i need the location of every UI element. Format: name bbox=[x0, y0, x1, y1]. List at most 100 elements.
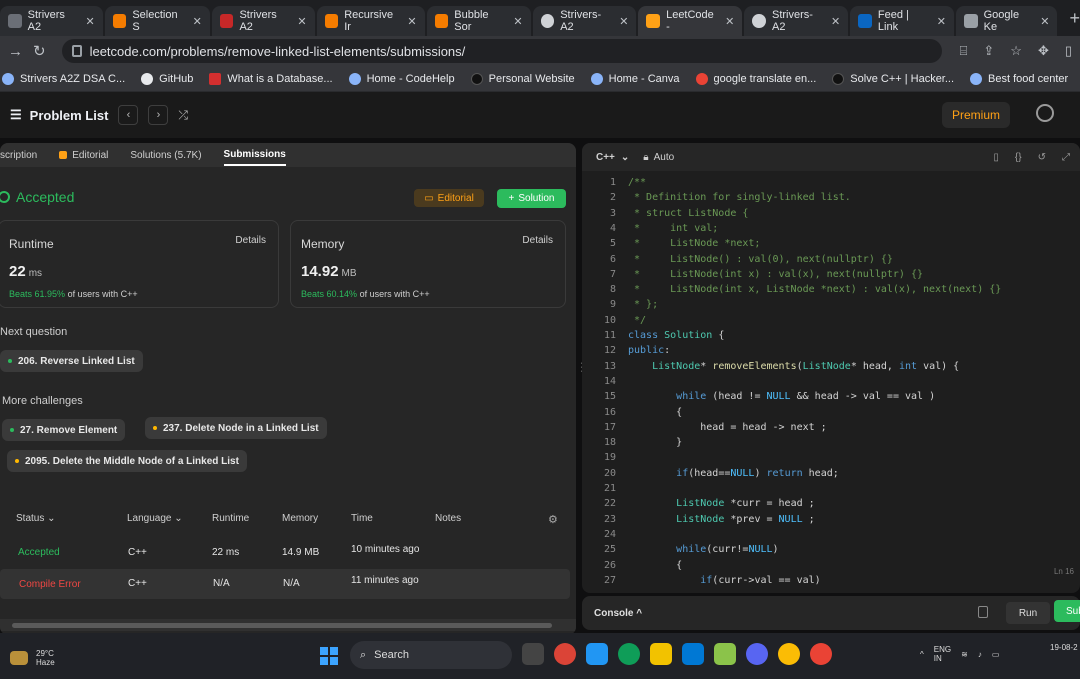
bookmark-item[interactable]: Home - Canva bbox=[590, 72, 680, 85]
code-line[interactable]: * }; bbox=[628, 299, 658, 310]
tab-submissions[interactable]: Submissions bbox=[223, 149, 286, 166]
memory-details-link[interactable]: Details bbox=[522, 235, 553, 246]
file-explorer-icon[interactable] bbox=[650, 643, 672, 665]
row-status[interactable]: Compile Error bbox=[19, 579, 81, 590]
bookmark-item[interactable]: GitHub bbox=[141, 72, 193, 85]
fullscreen-icon[interactable]: ⤢ bbox=[1062, 152, 1070, 163]
weather-app-icon[interactable] bbox=[586, 643, 608, 665]
browser-tab[interactable]: Strivers-A2 ✕ bbox=[532, 6, 637, 36]
col-status[interactable]: Status ⌄ bbox=[16, 513, 56, 524]
timer-icon[interactable] bbox=[1036, 104, 1054, 122]
code-line[interactable]: * int val; bbox=[628, 223, 718, 234]
code-line[interactable]: head = head -> next ; bbox=[628, 422, 826, 433]
shuffle-icon[interactable]: ⤮ bbox=[178, 108, 188, 123]
close-icon[interactable]: ✕ bbox=[297, 15, 306, 28]
language-indicator[interactable]: ENG IN bbox=[934, 645, 951, 663]
challenge-chip[interactable]: 2095. Delete the Middle Node of a Linked… bbox=[7, 450, 247, 472]
tab-editorial[interactable]: Editorial bbox=[59, 150, 108, 161]
submit-button[interactable]: Sub bbox=[1054, 600, 1080, 622]
code-line[interactable]: * struct ListNode { bbox=[628, 208, 748, 219]
auto-mode[interactable]: 🔒︎ Auto bbox=[643, 152, 674, 163]
wifi-icon[interactable]: ≋ bbox=[961, 650, 968, 659]
challenge-chip[interactable]: 237. Delete Node in a Linked List bbox=[145, 417, 327, 439]
code-line[interactable]: } bbox=[628, 437, 682, 448]
extensions-icon[interactable]: ✥ bbox=[1038, 43, 1049, 59]
chrome-icon[interactable] bbox=[554, 643, 576, 665]
new-tab-icon[interactable]: + bbox=[1069, 8, 1080, 29]
windows-start-icon[interactable] bbox=[320, 647, 338, 665]
close-icon[interactable]: ✕ bbox=[937, 15, 946, 28]
code-line[interactable]: */ bbox=[628, 315, 646, 326]
vscode-icon[interactable] bbox=[682, 643, 704, 665]
back-icon[interactable]: → bbox=[8, 43, 23, 60]
code-line[interactable]: public: bbox=[628, 345, 670, 356]
browser-tab[interactable]: Selection S ✕ bbox=[104, 6, 210, 36]
reload-icon[interactable]: ↻ bbox=[33, 42, 46, 60]
battery-icon[interactable]: ▭ bbox=[992, 650, 1000, 659]
browser-tab[interactable]: Strivers-A2 ✕ bbox=[744, 6, 849, 36]
clock[interactable]: 19-08-2 bbox=[1050, 643, 1078, 652]
challenge-chip[interactable]: 27. Remove Element bbox=[2, 419, 126, 441]
code-line[interactable]: ListNode *curr = head ; bbox=[628, 498, 814, 509]
share-icon[interactable]: ⇪ bbox=[983, 43, 994, 59]
code-line[interactable]: * ListNode() : val(0), next(nullptr) {} bbox=[628, 254, 893, 265]
code-line[interactable]: { bbox=[628, 407, 682, 418]
code-line[interactable]: ListNode *prev = NULL ; bbox=[628, 514, 815, 525]
chrome-profile-icon[interactable] bbox=[810, 643, 832, 665]
close-icon[interactable]: ✕ bbox=[831, 15, 840, 28]
bookmark-item[interactable]: Personal Website bbox=[470, 72, 575, 85]
tray-overflow-icon[interactable]: ^ bbox=[920, 650, 924, 659]
code-line[interactable]: ListNode* removeElements(ListNode* head,… bbox=[628, 361, 959, 372]
premium-button[interactable]: Premium bbox=[941, 102, 1010, 128]
chrome-profile-icon[interactable] bbox=[778, 643, 800, 665]
star-icon[interactable]: ☆ bbox=[1010, 43, 1022, 59]
solution-button[interactable]: + Solution bbox=[497, 189, 566, 208]
browser-tab[interactable]: Strivers A2 ✕ bbox=[211, 6, 315, 36]
close-icon[interactable]: ✕ bbox=[619, 15, 628, 28]
browser-tab[interactable]: Bubble Sor ✕ bbox=[426, 6, 531, 36]
edge-icon[interactable] bbox=[618, 643, 640, 665]
runtime-card[interactable]: Runtime Details 22 ms Beats 61.95% of use… bbox=[0, 220, 279, 308]
code-line[interactable]: * ListNode(int x, ListNode *next) : val(… bbox=[628, 284, 1001, 295]
close-icon[interactable]: ✕ bbox=[193, 15, 202, 28]
reset-icon[interactable]: ↺ bbox=[1038, 152, 1046, 163]
problem-list-link[interactable]: ☰ Problem List bbox=[10, 107, 108, 123]
close-icon[interactable]: ✕ bbox=[1040, 15, 1049, 28]
bookmark-item[interactable]: Strivers A2Z DSA C... bbox=[2, 72, 125, 85]
browser-tab[interactable]: Recursive Ir ✕ bbox=[316, 6, 425, 36]
run-button[interactable]: Run bbox=[1006, 602, 1050, 624]
browser-tab[interactable]: Feed | Link ✕ bbox=[850, 6, 954, 36]
browser-tab[interactable]: Strivers A2 ✕ bbox=[0, 6, 103, 36]
editorial-button[interactable]: ▭ Editorial bbox=[414, 189, 484, 207]
url-input[interactable]: leetcode.com/problems/remove-linked-list… bbox=[61, 39, 942, 63]
close-icon[interactable]: ✕ bbox=[725, 15, 734, 28]
sidebar-icon[interactable]: ▯ bbox=[1065, 43, 1072, 59]
col-language[interactable]: Language ⌄ bbox=[127, 513, 183, 524]
memory-card[interactable]: Memory Details 14.92 MB Beats 60.14% of u… bbox=[290, 220, 566, 308]
bookmark-icon[interactable]: ▯ bbox=[993, 152, 999, 163]
trash-icon[interactable] bbox=[978, 606, 988, 618]
next-problem-button[interactable]: › bbox=[148, 105, 169, 125]
code-line[interactable]: class Solution { bbox=[628, 330, 724, 341]
language-select[interactable]: C++ ⌄ bbox=[596, 152, 629, 163]
prev-problem-button[interactable]: ‹ bbox=[118, 105, 139, 125]
bookmark-item[interactable]: What is a Database... bbox=[209, 72, 333, 85]
code-line[interactable]: * ListNode *next; bbox=[628, 238, 760, 249]
bookmark-item[interactable]: Best food center bbox=[970, 72, 1068, 85]
tab-solutions[interactable]: Solutions (5.7K) bbox=[130, 150, 201, 161]
taskbar-search[interactable]: ⌕ Search bbox=[350, 641, 512, 669]
next-question-chip[interactable]: 206. Reverse Linked List bbox=[0, 350, 143, 372]
code-line[interactable]: { bbox=[628, 560, 682, 571]
table-row[interactable]: Compile Error C++ N/A N/A 11 minutes ago bbox=[0, 569, 570, 599]
code-line[interactable]: while (head != NULL && head -> val == va… bbox=[628, 391, 935, 402]
close-icon[interactable]: ✕ bbox=[407, 15, 416, 28]
browser-tab[interactable]: LeetCode - ✕ bbox=[638, 6, 743, 36]
app-icon[interactable] bbox=[714, 643, 736, 665]
close-icon[interactable]: ✕ bbox=[513, 15, 522, 28]
discord-icon[interactable] bbox=[746, 643, 768, 665]
task-view-icon[interactable] bbox=[522, 643, 544, 665]
code-line[interactable]: /** bbox=[628, 177, 646, 188]
bookmark-item[interactable]: Solve C++ | Hacker... bbox=[832, 72, 954, 85]
code-line[interactable]: while(curr!=NULL) bbox=[628, 544, 778, 555]
weather-widget[interactable]: 29°C Haze bbox=[10, 649, 55, 667]
